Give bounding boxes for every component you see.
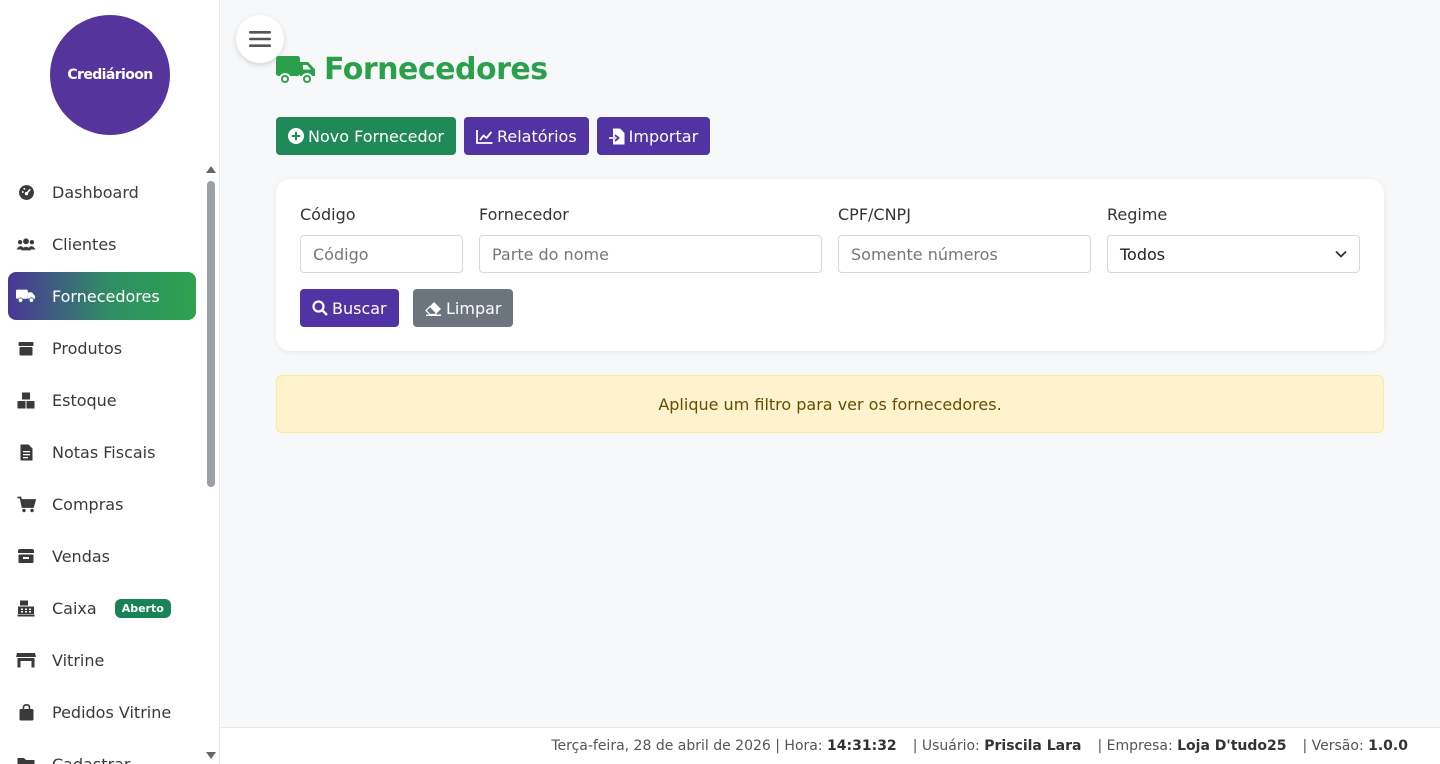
reports-label: Relatórios — [496, 126, 577, 146]
sidebar-item-label: Pedidos Vitrine — [52, 702, 172, 722]
cart-icon — [16, 494, 36, 514]
clear-button[interactable]: Limpar — [413, 289, 514, 327]
sidebar-item-label: Clientes — [52, 234, 117, 254]
sidebar-item-label: Caixa — [52, 598, 97, 618]
eraser-icon — [425, 301, 441, 316]
codigo-label: Código — [300, 205, 356, 224]
footer-user: | Usuário: Priscila Lara — [913, 738, 1082, 754]
sidebar-item-clientes[interactable]: Clientes — [8, 220, 196, 268]
status-footer: Terça-feira, 28 de abril de 2026 | Hora:… — [220, 727, 1440, 764]
calculator-icon — [16, 598, 36, 618]
regime-select[interactable]: Todos — [1107, 235, 1360, 273]
footer-user-label: | Usuário: — [912, 738, 980, 754]
cpf-cnpj-input[interactable] — [838, 235, 1091, 273]
sidebar-item-label: Vitrine — [52, 650, 105, 670]
sidebar-item-fornecedores[interactable]: Fornecedores — [8, 272, 196, 320]
page-title: Fornecedores — [276, 52, 548, 87]
app-logo[interactable]: Crediárioon — [50, 15, 170, 135]
sidebar-item-label: Compras — [52, 494, 124, 514]
sidebar-item-vitrine[interactable]: Vitrine — [8, 636, 196, 684]
footer-time: 14:31:32 — [827, 738, 897, 754]
footer-version: | Versão: 1.0.0 — [1302, 738, 1408, 754]
import-label: Importar — [628, 126, 699, 146]
sidebar-item-compras[interactable]: Compras — [8, 480, 196, 528]
footer-version-label: | Versão: — [1302, 738, 1364, 754]
file-import-icon — [608, 128, 625, 144]
sidebar-item-pedidos-vitrine[interactable]: Pedidos Vitrine — [8, 688, 196, 736]
plus-circle-icon — [288, 128, 304, 144]
footer-time-label: | Hora: — [775, 738, 823, 754]
scroll-down-arrow[interactable] — [206, 752, 216, 759]
boxes-icon — [16, 390, 36, 410]
sidebar-item-produtos[interactable]: Produtos — [8, 324, 196, 372]
status-badge: Aberto — [114, 598, 171, 618]
reports-button[interactable]: Relatórios — [463, 117, 589, 155]
footer-company-label: | Empresa: — [1097, 738, 1173, 754]
fornecedor-input[interactable] — [479, 235, 822, 273]
sidebar-item-label: Fornecedores — [52, 286, 160, 306]
regime-label: Regime — [1107, 205, 1168, 224]
alert-text: Aplique um filtro para ver os fornecedor… — [658, 394, 1002, 414]
truck-icon — [276, 55, 315, 85]
users-icon — [16, 234, 36, 254]
sidebar-item-label: Cadastrar — [52, 754, 131, 764]
truck-icon — [16, 286, 36, 306]
logo-text: Crediárioon — [67, 67, 153, 83]
search-icon — [312, 300, 328, 316]
file-invoice-icon — [16, 442, 36, 462]
new-supplier-label: Novo Fornecedor — [308, 126, 444, 146]
chart-line-icon — [476, 129, 493, 144]
chevron-down-icon — [1335, 250, 1347, 258]
sidebar-item-label: Vendas — [52, 546, 110, 566]
action-toolbar: Novo Fornecedor Relatórios Importar — [276, 117, 711, 155]
sidebar-item-label: Produtos — [52, 338, 123, 358]
hamburger-icon — [249, 31, 271, 47]
sidebar-item-estoque[interactable]: Estoque — [8, 376, 196, 424]
bag-icon — [16, 702, 36, 722]
filter-card: Código Fornecedor CPF/CNPJ Regime Todos … — [276, 179, 1384, 351]
sidebar-scrollbar[interactable] — [207, 181, 215, 487]
sidebar: Crediárioon Dashboard Clientes Fornecedo… — [0, 0, 220, 764]
footer-company: | Empresa: Loja D'tudo25 — [1097, 738, 1286, 754]
sidebar-item-caixa[interactable]: Caixa Aberto — [8, 584, 196, 632]
regime-selected-value: Todos — [1120, 244, 1166, 264]
filter-alert: Aplique um filtro para ver os fornecedor… — [276, 375, 1384, 433]
box-icon — [16, 338, 36, 358]
scroll-up-arrow[interactable] — [206, 166, 216, 173]
sidebar-item-label: Estoque — [52, 390, 117, 410]
footer-date-text: Terça-feira, 28 de abril de 2026 — [551, 738, 771, 754]
codigo-input[interactable] — [300, 235, 463, 273]
fornecedor-label: Fornecedor — [479, 205, 569, 224]
search-button[interactable]: Buscar — [300, 289, 399, 327]
store-icon — [16, 650, 36, 670]
footer-date: Terça-feira, 28 de abril de 2026 | Hora:… — [551, 738, 896, 754]
sidebar-item-vendas[interactable]: Vendas — [8, 532, 196, 580]
footer-user-name: Priscila Lara — [984, 738, 1082, 754]
sidebar-nav: Dashboard Clientes Fornecedores Produtos… — [8, 168, 196, 764]
cash-register-icon — [16, 546, 36, 566]
sidebar-item-label: Notas Fiscais — [52, 442, 156, 462]
cpf-cnpj-label: CPF/CNPJ — [838, 205, 911, 224]
clear-label: Limpar — [446, 298, 502, 318]
sidebar-item-cadastrar[interactable]: Cadastrar — [8, 740, 196, 764]
footer-version-number: 1.0.0 — [1368, 738, 1408, 754]
import-button[interactable]: Importar — [596, 117, 711, 155]
folder-icon — [16, 754, 36, 764]
new-supplier-button[interactable]: Novo Fornecedor — [276, 117, 456, 155]
sidebar-item-label: Dashboard — [52, 182, 139, 202]
search-label: Buscar — [332, 298, 387, 318]
sidebar-item-notas-fiscais[interactable]: Notas Fiscais — [8, 428, 196, 476]
page-title-text: Fornecedores — [324, 52, 548, 87]
sidebar-item-dashboard[interactable]: Dashboard — [8, 168, 196, 216]
gauge-icon — [16, 182, 36, 202]
footer-company-name: Loja D'tudo25 — [1177, 738, 1287, 754]
